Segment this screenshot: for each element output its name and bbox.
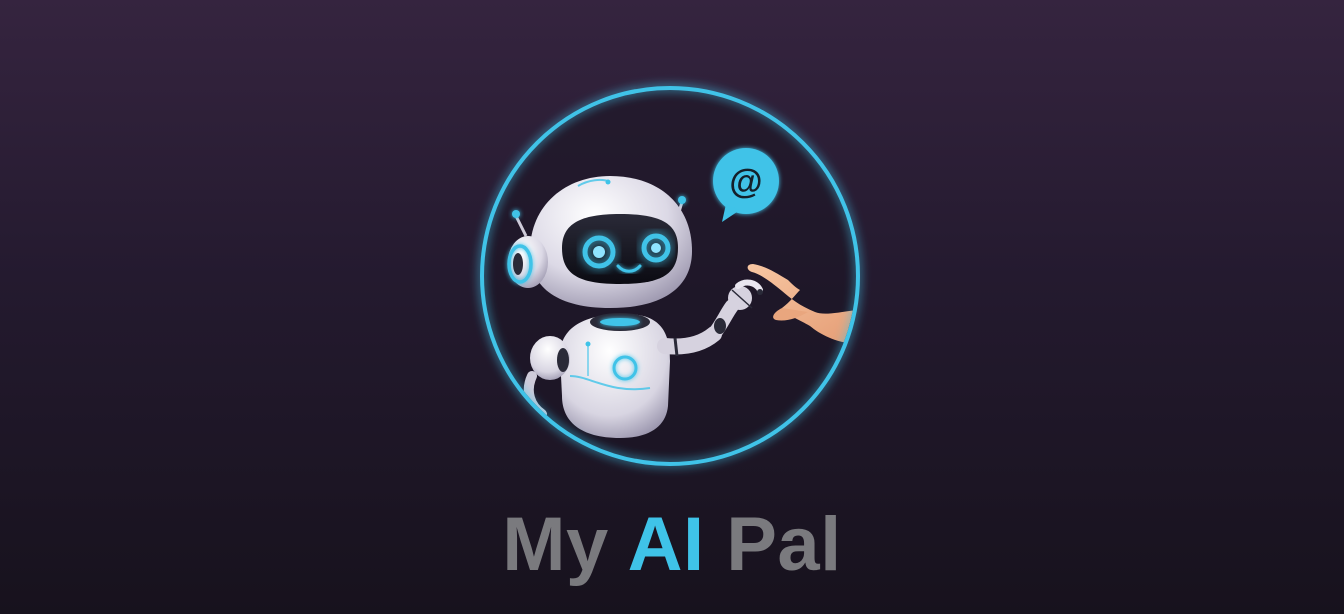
title-word-ai: AI <box>627 502 705 587</box>
title-word-pal: Pal <box>726 502 842 587</box>
title-word-my: My <box>502 502 609 587</box>
bubble-symbol: @ <box>729 163 762 201</box>
robot-hand-logo-icon: @ <box>480 86 860 466</box>
app-logo: @ <box>470 76 870 476</box>
app-title: My AI Pal <box>0 500 1344 590</box>
